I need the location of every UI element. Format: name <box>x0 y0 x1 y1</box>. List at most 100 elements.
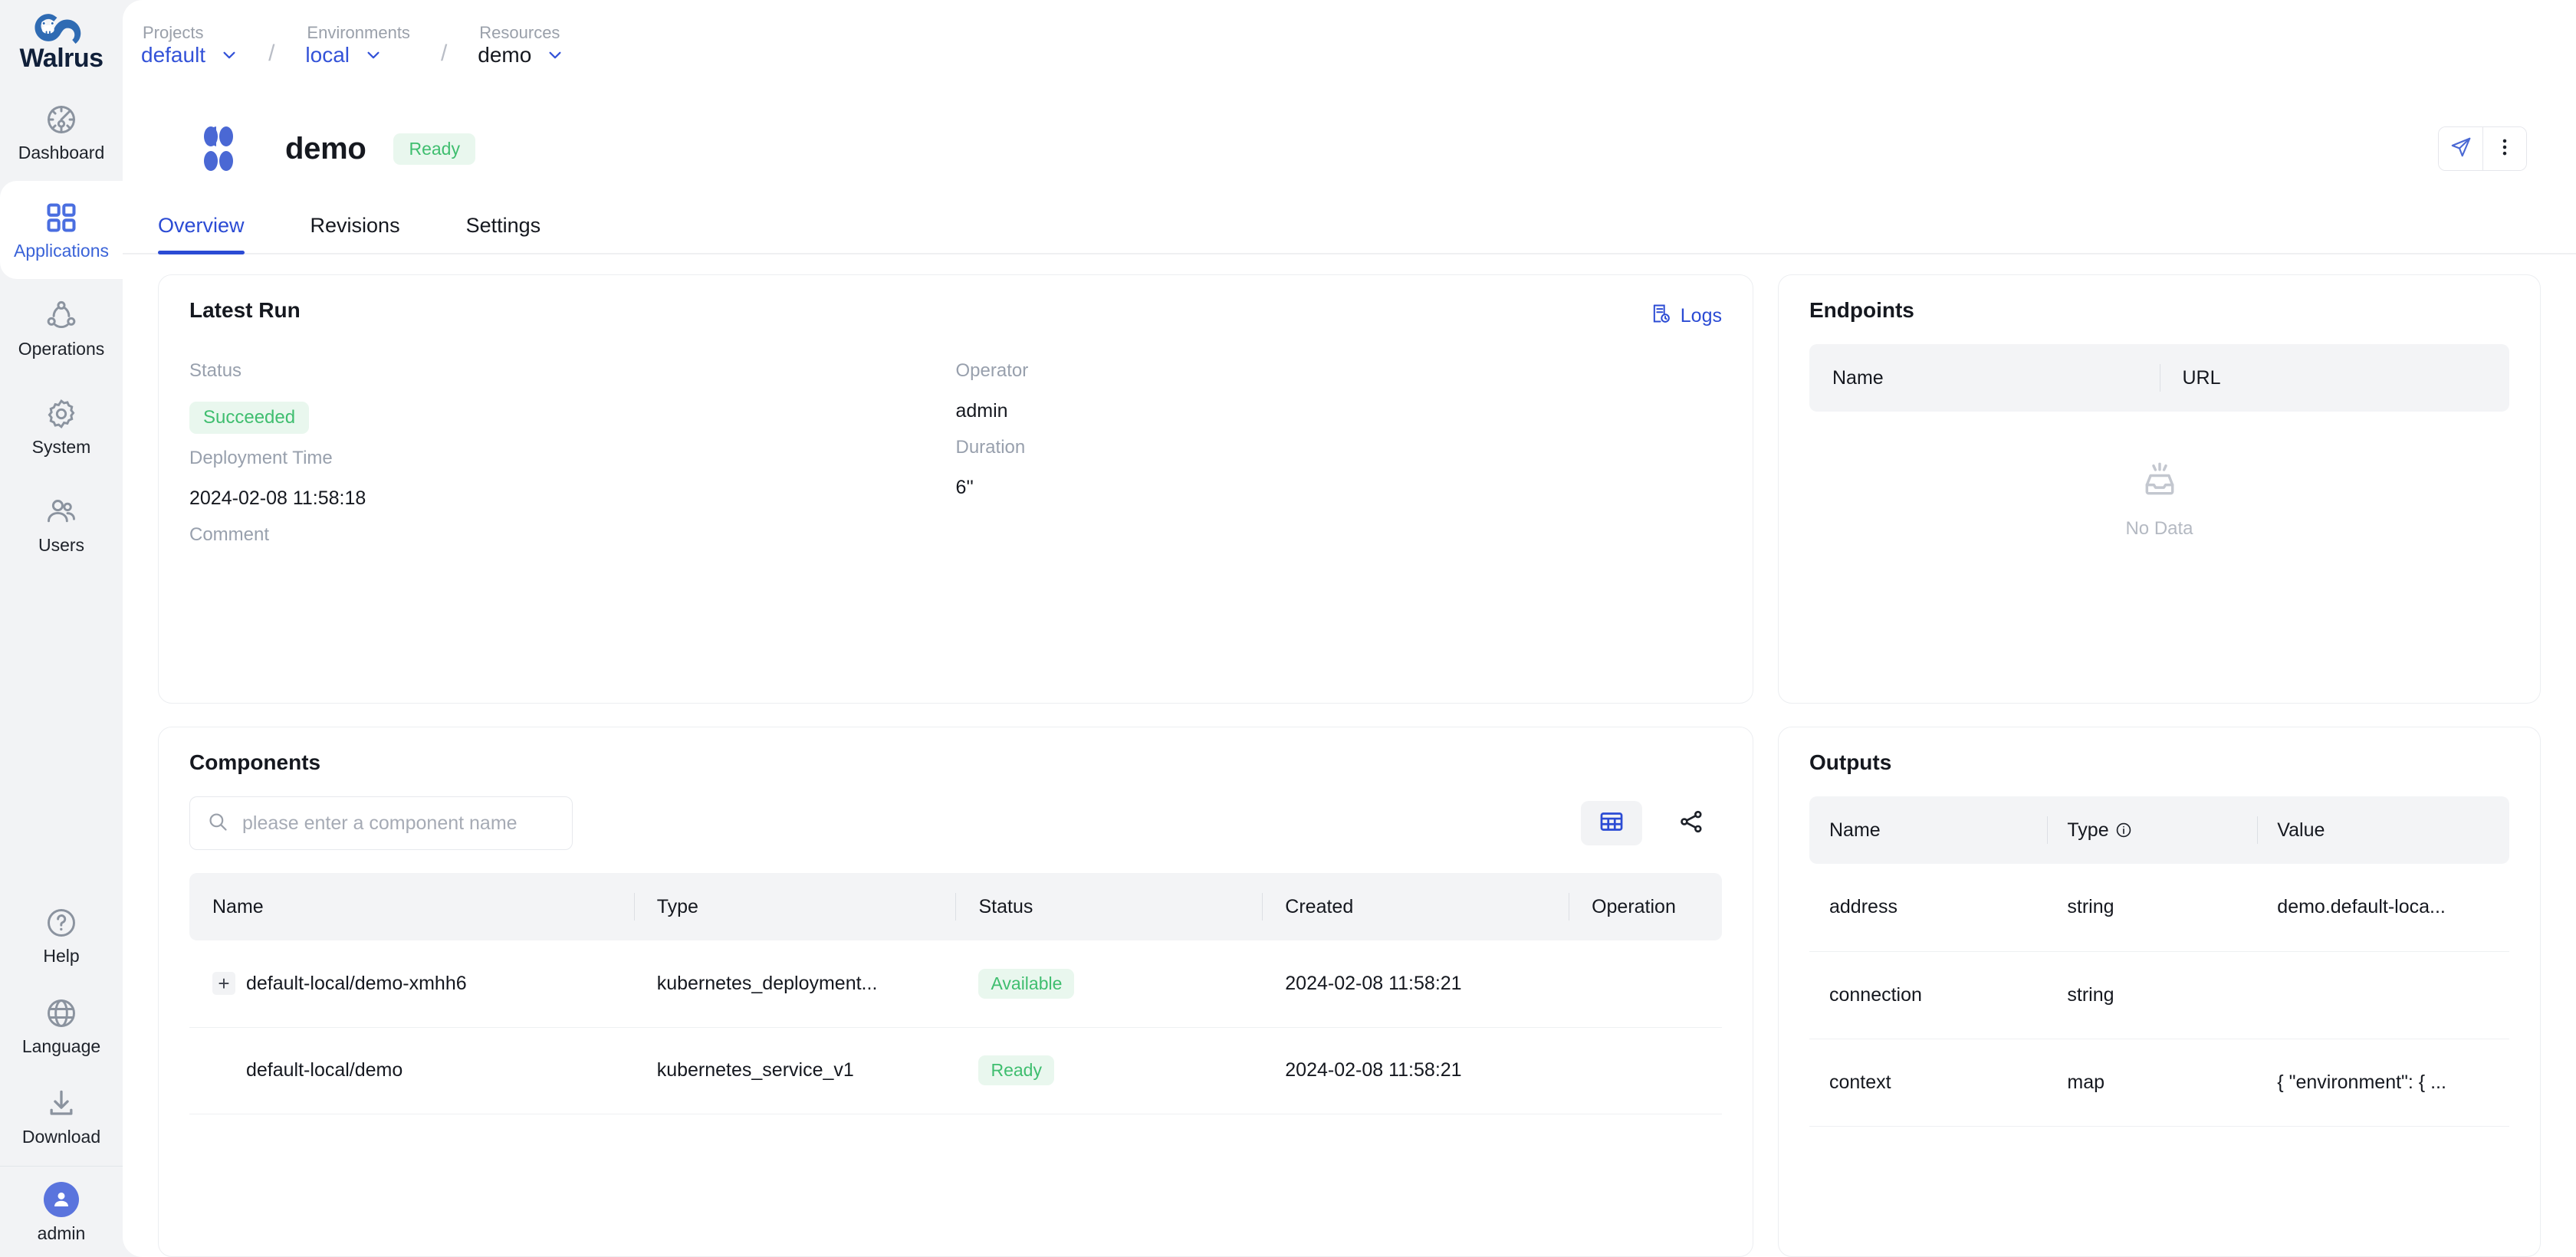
field-value: 6'' <box>955 477 974 498</box>
gear-icon <box>44 397 78 431</box>
expand-row-button[interactable]: + <box>212 972 235 996</box>
breadcrumb-resources[interactable]: Resources demo <box>478 25 564 66</box>
chevron-down-icon[interactable] <box>365 47 382 64</box>
tab-revisions[interactable]: Revisions <box>310 214 400 253</box>
field-label: Comment <box>189 524 270 545</box>
cell-name: context <box>1809 1039 2048 1127</box>
breadcrumb-value[interactable]: local <box>305 44 350 66</box>
users-icon <box>44 495 78 529</box>
latest-run-title: Latest Run <box>189 298 301 322</box>
chevron-down-icon[interactable] <box>547 47 564 64</box>
sidebar-item-help[interactable]: Help <box>0 890 123 980</box>
breadcrumb-separator: / <box>268 41 275 66</box>
field-label: Deployment Time <box>189 448 333 468</box>
col-operation: Operation <box>1569 873 1722 940</box>
sidebar-item-label: Applications <box>13 240 110 261</box>
col-type: Type <box>2047 796 2258 864</box>
sidebar-item-dashboard[interactable]: Dashboard <box>0 83 123 181</box>
search-input[interactable] <box>242 812 555 835</box>
cell-name: address <box>1809 864 2048 952</box>
logs-label: Logs <box>1680 305 1722 327</box>
breadcrumb: Projects default / Environments local / … <box>123 0 2576 90</box>
outputs-card: Outputs Name Type Value address string d… <box>1778 727 2541 1257</box>
cell-type: string <box>2047 864 2258 952</box>
cell-name: default-local/demo <box>189 1027 634 1114</box>
sidebar: Walrus Dashboard Applications Operations… <box>0 0 123 1257</box>
more-button[interactable] <box>2482 127 2526 170</box>
graph-icon <box>1678 809 1704 839</box>
field-label: Status <box>189 360 242 381</box>
deploy-button[interactable] <box>2439 127 2482 170</box>
cell-value: { "environment": { ... <box>2257 1039 2509 1127</box>
component-search[interactable] <box>189 796 573 850</box>
field-comment: Comment <box>189 526 956 587</box>
graph-view-button[interactable] <box>1661 801 1722 845</box>
operations-icon <box>44 299 78 333</box>
right-column: Endpoints Name URL No Data Outputs Name … <box>1778 274 2541 1257</box>
field-duration: Duration 6'' <box>956 438 1723 500</box>
cell-operation <box>1569 1027 1722 1114</box>
page-title: demo <box>285 131 366 166</box>
components-title: Components <box>189 750 321 774</box>
search-icon <box>207 811 228 836</box>
outputs-table-wrap: Name Type Value address string demo.defa… <box>1809 796 2509 1127</box>
sidebar-item-download[interactable]: Download <box>0 1071 123 1161</box>
cell-created: 2024-02-08 11:58:21 <box>1262 1027 1569 1114</box>
cell-value: demo.default-loca... <box>2257 864 2509 952</box>
chevron-down-icon[interactable] <box>221 47 238 64</box>
brand-name: Walrus <box>19 44 104 73</box>
cell-type: kubernetes_service_v1 <box>633 1027 956 1114</box>
field-deployment-time: Deployment Time 2024-02-08 11:58:18 <box>189 449 956 510</box>
sidebar-item-applications[interactable]: Applications <box>0 181 123 279</box>
latest-run-header: Latest Run Logs <box>189 298 1722 330</box>
table-row[interactable]: context map { "environment": { ... <box>1809 1039 2509 1127</box>
tab-overview[interactable]: Overview <box>158 214 245 254</box>
status-badge: Succeeded <box>189 402 310 434</box>
cell-created: 2024-02-08 11:58:21 <box>1262 940 1569 1028</box>
endpoints-title: Endpoints <box>1809 298 1914 322</box>
sidebar-item-label: Users <box>38 534 85 555</box>
cell-type: kubernetes_deployment... <box>633 940 956 1028</box>
col-status: Status <box>955 873 1263 940</box>
breadcrumb-environments[interactable]: Environments local <box>305 25 410 66</box>
breadcrumb-projects[interactable]: Projects default <box>141 25 238 66</box>
brand-logo[interactable]: Walrus <box>0 0 123 83</box>
info-icon[interactable] <box>2109 819 2132 841</box>
col-type: Type <box>633 873 956 940</box>
field-value: Succeeded <box>189 402 956 434</box>
content-area: Latest Run Logs Status Succeeded Deploym… <box>123 254 2576 1257</box>
breadcrumb-value[interactable]: default <box>141 44 205 66</box>
sidebar-bottom-nav: Help Language Download admin <box>0 890 123 1257</box>
sidebar-item-operations[interactable]: Operations <box>0 279 123 377</box>
sidebar-item-label: Download <box>21 1126 101 1147</box>
header-actions <box>2438 126 2527 171</box>
cell-operation <box>1569 940 1722 1028</box>
breadcrumb-label: Projects <box>143 23 204 42</box>
components-table: Name Type Status Created Operation + def… <box>189 873 1722 1114</box>
table-view-button[interactable] <box>1581 801 1642 845</box>
sidebar-item-language[interactable]: Language <box>0 980 123 1071</box>
table-row[interactable]: + default-local/demo-xmhh6 kubernetes_de… <box>189 940 1722 1028</box>
table-row[interactable]: default-local/demo kubernetes_service_v1… <box>189 1027 1722 1114</box>
endpoints-card: Endpoints Name URL No Data <box>1778 274 2541 704</box>
field-value: admin <box>955 400 1008 422</box>
col-name: Name <box>1809 344 2160 412</box>
sidebar-user-label: admin <box>37 1223 86 1243</box>
breadcrumb-label: Environments <box>307 23 410 42</box>
status-badge: Ready <box>978 1055 1054 1085</box>
table-row[interactable]: address string demo.default-loca... <box>1809 864 2509 952</box>
sidebar-item-label: Dashboard <box>18 142 105 162</box>
sidebar-item-users[interactable]: Users <box>0 475 123 573</box>
breadcrumb-value[interactable]: demo <box>478 44 531 66</box>
question-circle-icon <box>44 906 78 940</box>
table-row[interactable]: connection string <box>1809 951 2509 1039</box>
logs-link[interactable]: Logs <box>1650 303 1722 330</box>
send-icon <box>2450 136 2472 162</box>
page-header: demo Ready <box>123 90 2576 190</box>
sidebar-user[interactable]: admin <box>0 1167 123 1257</box>
cell-type: string <box>2047 951 2258 1039</box>
app-root: Walrus Dashboard Applications Operations… <box>0 0 2576 1257</box>
sidebar-item-system[interactable]: System <box>0 377 123 475</box>
tab-settings[interactable]: Settings <box>466 214 541 253</box>
sidebar-item-label: Operations <box>18 338 105 359</box>
